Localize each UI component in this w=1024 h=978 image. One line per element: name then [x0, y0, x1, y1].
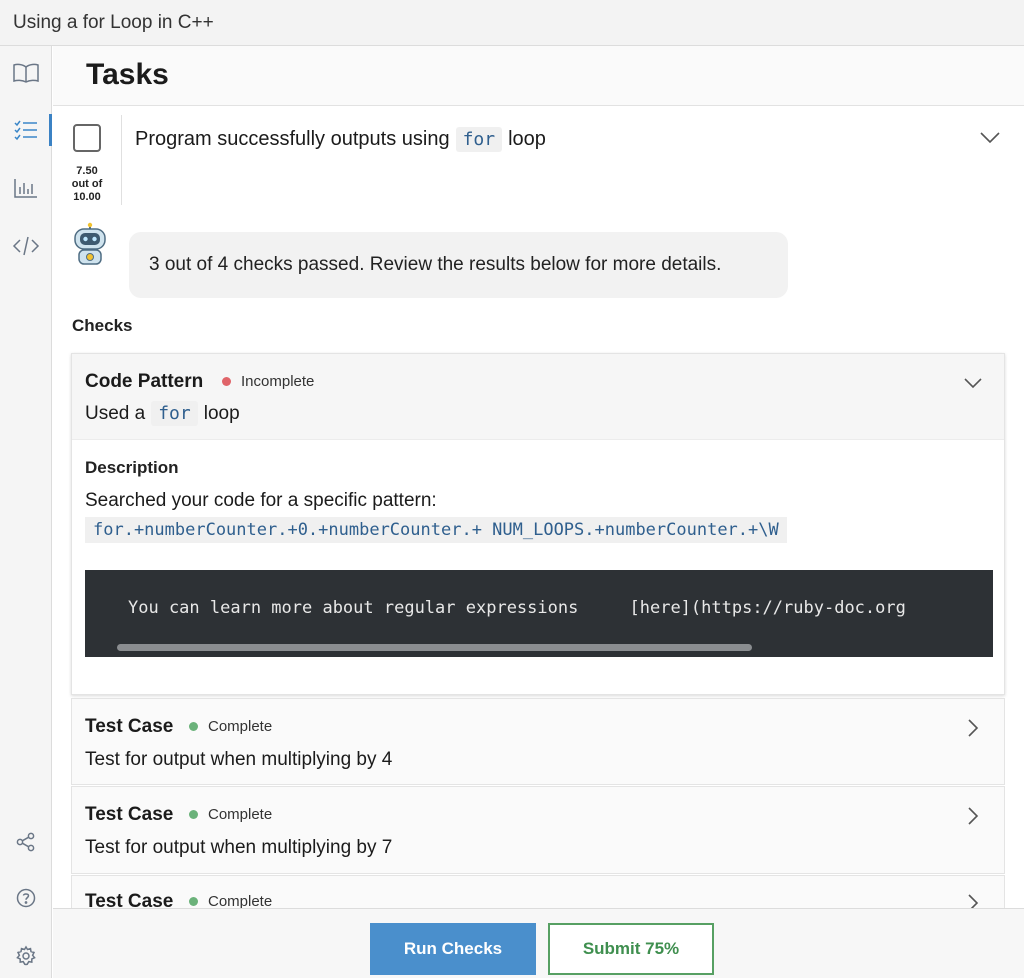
settings-icon[interactable] — [0, 936, 52, 976]
chevron-down-icon[interactable] — [979, 131, 1001, 150]
check-card-test-case[interactable]: Test Case Complete Test for output when … — [71, 698, 1005, 785]
check-card-header[interactable]: Code Pattern Incomplete Used a for loop — [72, 354, 1004, 440]
task-title-text-end: loop — [508, 128, 546, 150]
check-type: Code Pattern — [85, 371, 204, 392]
tasks-header: Tasks — [53, 46, 1024, 106]
check-summary-code: for — [151, 401, 198, 426]
book-icon[interactable] — [0, 53, 52, 93]
help-icon[interactable] — [0, 878, 52, 918]
horizontal-scrollbar[interactable] — [117, 644, 752, 651]
status-badge: Complete — [189, 806, 272, 823]
checks-heading: Checks — [72, 316, 133, 335]
share-icon[interactable] — [0, 822, 52, 862]
task-title-code: for — [455, 127, 503, 152]
run-checks-button[interactable]: Run Checks — [370, 923, 536, 975]
status-dot-icon — [222, 377, 231, 386]
check-type: Test Case — [85, 804, 174, 825]
tasks-panel: Tasks 7.50 out of 10.00 Program successf… — [53, 46, 1024, 978]
robot-avatar-icon — [69, 222, 111, 266]
check-type: Test Case — [85, 716, 174, 737]
status-text: Complete — [208, 718, 273, 735]
bot-message: 3 out of 4 checks passed. Review the res… — [129, 232, 788, 298]
task-row[interactable]: 7.50 out of 10.00 Program successfully o… — [53, 107, 1024, 207]
check-summary: Test for output when multiplying by 4 — [85, 749, 393, 770]
check-card-test-case[interactable]: Test Case Complete Test for output when … — [71, 786, 1005, 874]
status-dot-icon — [189, 810, 198, 819]
bot-message-text: 3 out of 4 checks passed. Review the res… — [149, 254, 722, 275]
check-card-code-pattern: Code Pattern Incomplete Used a for loop … — [71, 353, 1005, 695]
page-title: Tasks — [86, 58, 169, 91]
check-summary-text-end: loop — [203, 402, 240, 424]
chevron-right-icon[interactable] — [967, 718, 979, 743]
submit-button[interactable]: Submit 75% — [548, 923, 714, 975]
score-out-of: out of — [71, 178, 103, 190]
score-max: 10.00 — [73, 191, 101, 203]
description-label: Description — [85, 458, 179, 477]
check-summary-text: Used a — [85, 402, 146, 424]
code-block-text: You can learn more about regular express… — [128, 598, 906, 618]
code-block[interactable]: You can learn more about regular express… — [85, 570, 993, 657]
status-dot-icon — [189, 722, 198, 731]
status-dot-icon — [189, 897, 198, 906]
task-score: 7.50 out of 10.00 — [63, 165, 111, 204]
regex-pattern: for.+numberCounter.+0.+numberCounter.+ N… — [85, 517, 787, 543]
checklist-icon[interactable] — [0, 110, 52, 150]
check-summary: Used a for loop — [85, 401, 240, 426]
action-footer: Run Checks Submit 75% — [53, 908, 1024, 978]
check-summary: Test for output when multiplying by 7 — [85, 837, 393, 858]
divider — [121, 115, 122, 205]
status-text: Incomplete — [241, 373, 315, 390]
title-bar: Using a for Loop in C++ — [0, 0, 1024, 46]
status-badge: Incomplete — [222, 373, 314, 390]
task-title-text: Program successfully outputs using — [135, 128, 450, 150]
code-icon[interactable] — [0, 226, 52, 266]
chevron-down-icon[interactable] — [963, 376, 983, 394]
task-checkbox[interactable] — [73, 124, 101, 152]
bar-chart-icon[interactable] — [0, 168, 52, 208]
sidebar — [0, 46, 52, 978]
score-value: 7.50 — [76, 165, 98, 177]
chevron-right-icon[interactable] — [967, 806, 979, 831]
window-title: Using a for Loop in C++ — [13, 11, 214, 33]
description-text: Searched your code for a specific patter… — [85, 490, 437, 511]
task-title: Program successfully outputs using for l… — [135, 127, 546, 152]
status-text: Complete — [208, 806, 273, 823]
status-badge: Complete — [189, 718, 272, 735]
